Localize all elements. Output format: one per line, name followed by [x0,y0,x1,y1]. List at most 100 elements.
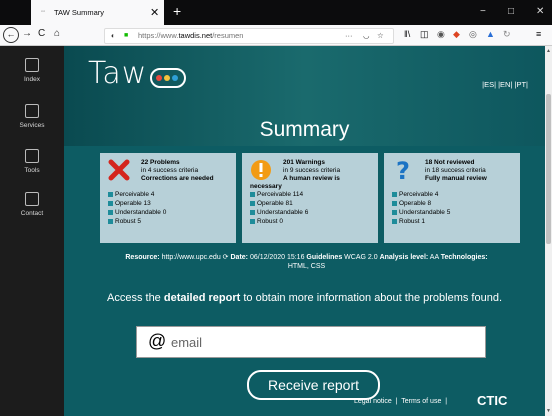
home-icon[interactable]: ⌂ [54,28,60,39]
logo-pill-icon [150,68,186,88]
resource-info: Resource: http://www.upc.edu ⟳ Date: 06/… [125,254,488,270]
shield-icon[interactable]: ◐ [111,29,116,43]
resource-url[interactable]: http://www.upc.edu [162,254,221,261]
lock-icon[interactable]: ■ [124,29,128,43]
sidebar-item-services[interactable]: Services [0,104,64,129]
receive-report-button[interactable]: Receive report [247,370,380,400]
principle-icon [250,200,255,206]
extension-icon-1[interactable]: ◉ [437,29,445,40]
tab-close-icon[interactable]: ✕ [150,6,159,19]
taw-logo[interactable]: Taw [88,56,147,91]
menu-icon[interactable]: ≡ [536,29,541,39]
not-reviewed-note: Fully manual review [425,175,487,182]
maximize-button[interactable]: □ [508,6,514,17]
principle-icon [250,209,255,215]
language-selector[interactable]: |ES| |EN| |PT| [482,80,528,89]
minimize-button[interactable]: − [480,6,486,17]
logo-dot-yellow [164,75,170,81]
window-close-button[interactable]: ✕ [536,6,544,17]
ctic-logo[interactable]: CTIC [477,393,507,408]
sidebar-item-label: Services [19,122,45,129]
list-item[interactable]: Operable 8 [392,200,431,208]
list-item[interactable]: Robust 5 [108,218,141,226]
list-item[interactable]: Robust 1 [392,218,425,226]
list-item[interactable]: Understandable 5 [392,209,450,217]
warnings-count: 201 Warnings [283,159,326,166]
home-icon [25,58,39,72]
list-item[interactable]: Perceivable 114 [250,191,303,199]
detailed-report-link[interactable]: detailed report [164,292,240,304]
extension-icon-2[interactable]: ◆ [453,29,460,40]
list-item[interactable]: Operable 81 [250,200,293,208]
list-item[interactable]: Robust 0 [250,218,283,226]
logo-dot-red [156,75,162,81]
sidebar-item-label: Contact [20,210,44,217]
list-item[interactable]: Perceivable 4 [392,191,438,199]
email-field-container: @ [136,326,486,358]
site-sidebar: Index Services Tools Contact [0,46,64,416]
grid-icon [25,149,39,163]
extension-icon-4[interactable]: ▲ [486,29,495,39]
tab-title: TAW Summary [54,8,104,17]
error-x-icon [108,159,130,181]
page-scrollbar[interactable]: ▲ ▼ [545,46,552,416]
sidebar-toggle-icon[interactable]: ◫ [420,29,429,40]
at-icon: @ [148,331,167,351]
sidebar-item-index[interactable]: Index [0,58,64,83]
terms-of-use-link[interactable]: Terms of use [401,398,441,405]
back-button[interactable]: ← [3,27,19,43]
sidebar-item-contact[interactable]: Contact [0,192,64,217]
principle-icon [392,200,397,206]
main-content: Taw |ES| |EN| |PT| Summary 22 Problems i… [64,46,545,416]
sidebar-item-label: Index [24,76,40,83]
principle-icon [108,200,113,206]
principle-icon [108,191,113,197]
bookmark-star-icon[interactable]: ☆ [377,29,384,43]
principle-icon [250,218,255,224]
forward-button[interactable]: → [22,28,32,39]
list-item[interactable]: Understandable 0 [108,209,166,217]
scroll-thumb[interactable] [546,94,551,244]
scroll-down-icon[interactable]: ▼ [545,408,552,414]
warnings-note: A human review is [283,175,340,182]
legal-notice-link[interactable]: Legal notice [354,398,392,405]
access-report-text: Access the detailed report to obtain mor… [107,292,502,304]
sidebar-item-tools[interactable]: Tools [0,149,64,174]
footer-links: Legal notice | Terms of use | [354,398,447,405]
problems-count: 22 Problems [141,159,180,166]
scroll-up-icon[interactable]: ▲ [545,48,552,54]
not-reviewed-criteria: in 18 success criteria [425,167,486,174]
question-icon: ? [396,159,410,181]
principle-icon [392,191,397,197]
problems-note: Corrections are needed [141,175,214,182]
tab-audio-icon[interactable]: ◦◦ [41,9,45,15]
not-reviewed-card: ? 18 Not reviewed in 18 success criteria… [384,153,520,243]
svg-text:?: ? [396,159,410,181]
list-item[interactable]: Operable 13 [108,200,151,208]
warning-icon [251,160,271,180]
library-icon[interactable]: ‖\ [404,29,410,39]
problems-criteria: in 4 success criteria [141,167,199,174]
list-item[interactable]: Perceivable 4 [108,191,154,199]
warnings-criteria: in 9 success criteria [283,167,341,174]
pocket-icon[interactable]: ◡ [363,29,370,43]
logo-dot-blue [172,75,178,81]
extension-icon-5[interactable]: ↻ [503,29,511,40]
url-bar[interactable]: ◐ ■ https://www.tawdis.net/resumen ··· ◡… [104,28,394,44]
principle-icon [392,209,397,215]
email-field[interactable] [169,331,473,353]
warnings-note-2: necessary [250,183,282,190]
browser-navbar: ← → C ⌂ ◐ ■ https://www.tawdis.net/resum… [0,25,552,46]
browser-tab[interactable]: ◦◦ TAW Summary ✕ [31,0,164,25]
reload-button[interactable]: C [38,28,45,39]
extension-icon-3[interactable]: ◎ [469,29,477,40]
footer-divider: | [393,398,400,405]
not-reviewed-count: 18 Not reviewed [425,159,475,166]
url-text[interactable]: https://www.tawdis.net/resumen [138,29,243,43]
page-title: Summary [259,118,350,141]
mail-icon [25,192,39,206]
new-tab-button[interactable]: + [173,3,181,19]
refresh-icon[interactable]: ⟳ [223,254,229,261]
list-item[interactable]: Understandable 6 [250,209,308,217]
page-actions-icon[interactable]: ··· [345,29,353,43]
